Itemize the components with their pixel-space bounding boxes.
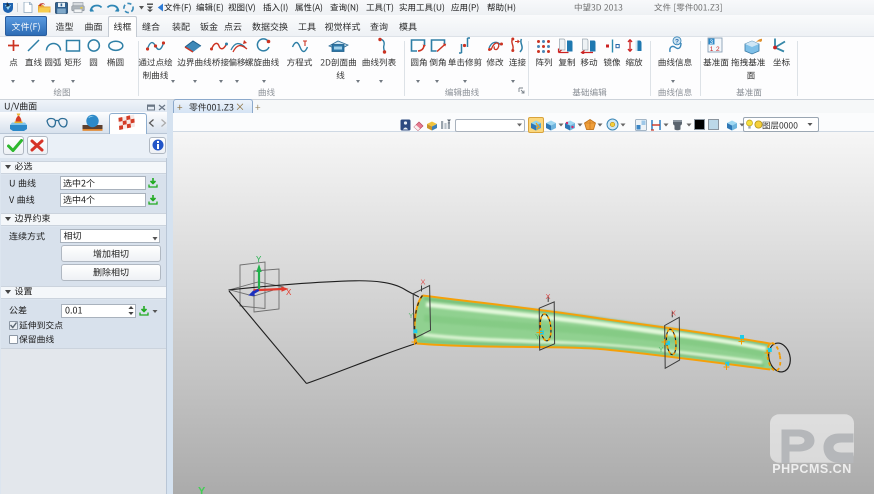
svg-text:Y: Y [535, 332, 540, 341]
svg-text:Y: Y [409, 311, 414, 320]
svg-text:?: ? [675, 38, 679, 45]
svg-text:Y: Y [659, 345, 664, 354]
svg-text:Y: Y [198, 486, 206, 494]
svg-text:X: X [421, 278, 426, 287]
svg-text:1: 1 [710, 46, 714, 53]
svg-text:2: 2 [716, 46, 720, 53]
svg-text:Y: Y [256, 255, 262, 264]
svg-text:X: X [286, 288, 292, 297]
svg-text:X: X [671, 309, 676, 318]
svg-text:PHPCMS.CN: PHPCMS.CN [772, 462, 852, 476]
svg-text:X: X [546, 292, 551, 301]
